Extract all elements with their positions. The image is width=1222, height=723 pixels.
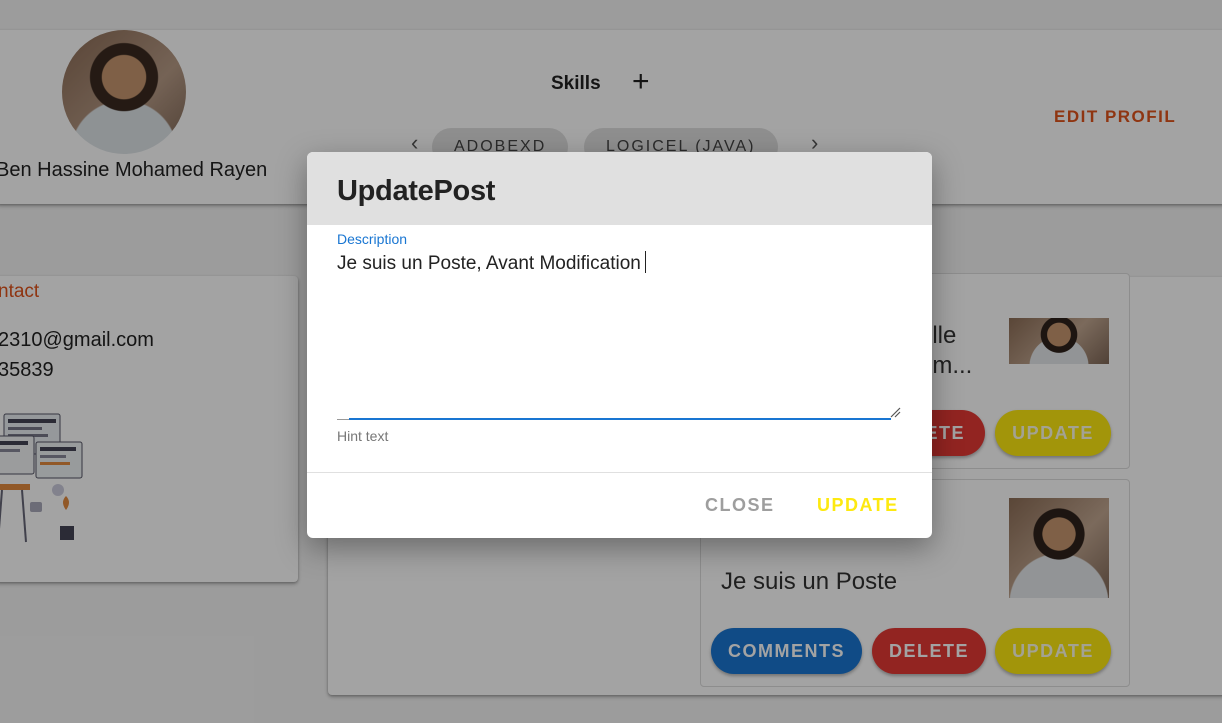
update-button[interactable]: UPDATE: [817, 495, 899, 516]
text-caret: [644, 251, 646, 273]
resize-handle-icon[interactable]: [889, 406, 901, 418]
hint-text: Hint text: [337, 428, 389, 444]
close-button[interactable]: CLOSE: [705, 495, 775, 516]
textarea-underline: [349, 418, 891, 420]
description-textarea[interactable]: Je suis un Poste, Avant Modification: [337, 251, 646, 275]
dialog-header: UpdatePost: [307, 152, 932, 225]
description-label: Description: [337, 231, 408, 247]
dialog-title: UpdatePost: [337, 175, 496, 207]
description-value: Je suis un Poste, Avant Modification: [337, 253, 641, 274]
dialog-divider: [307, 472, 932, 473]
update-post-dialog: UpdatePost Description Je suis un Poste,…: [307, 152, 932, 538]
textarea-underline-start: [337, 419, 349, 420]
